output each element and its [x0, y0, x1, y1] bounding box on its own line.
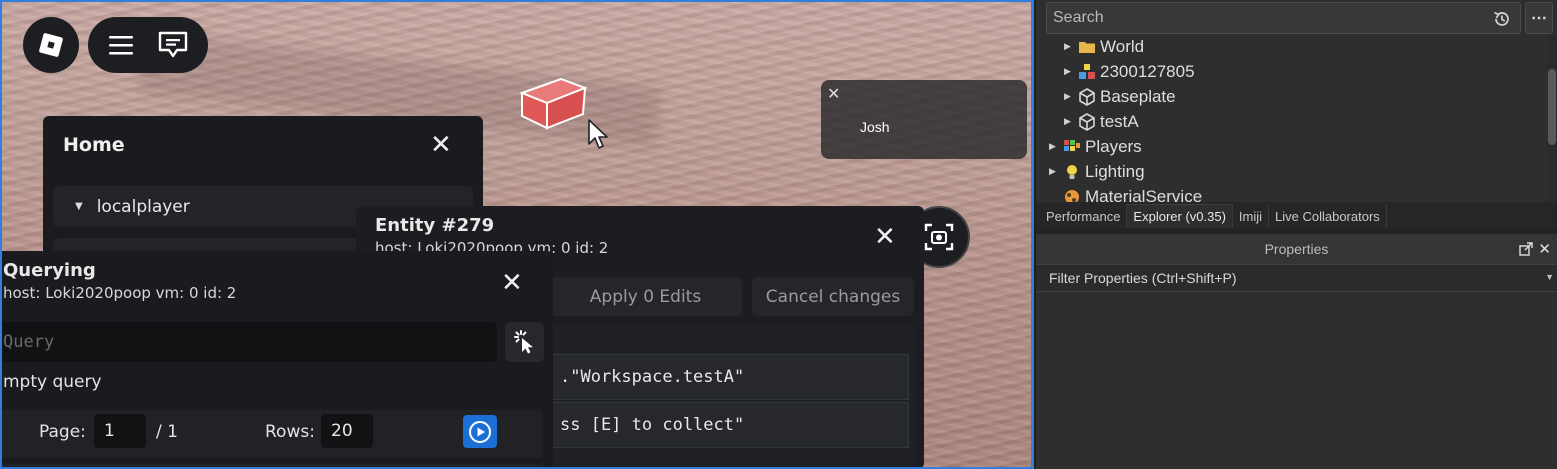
tree-item-label: 2300127805	[1100, 61, 1195, 81]
roblox-menu-button[interactable]	[23, 17, 79, 73]
tree-item-players[interactable]: ▶ Players	[1049, 134, 1142, 159]
part-icon	[1078, 87, 1100, 106]
tab-imiji[interactable]: Imiji	[1233, 204, 1270, 228]
caret-down-icon[interactable]: ▼	[1545, 272, 1554, 282]
camera-capture-icon	[924, 223, 954, 251]
search-placeholder: Search	[1053, 9, 1104, 26]
tree-item-lighting[interactable]: ▶ Lighting	[1049, 159, 1145, 184]
page-total: / 1	[156, 422, 178, 442]
model-icon	[1078, 63, 1100, 81]
field-value-row[interactable]: ss [E] to collect"	[549, 402, 909, 448]
tree-item-label: Players	[1085, 136, 1142, 156]
caret-down-icon: ▼	[75, 201, 83, 212]
tree-item-baseplate[interactable]: ▶ Baseplate	[1064, 84, 1176, 109]
tree-item-2300127805[interactable]: ▶ 2300127805	[1064, 59, 1195, 84]
game-viewport[interactable]: ✕ Josh Home ✕ ▼ localplayer Entity #279 …	[0, 0, 1034, 469]
players-icon	[1063, 138, 1085, 156]
run-query-button[interactable]	[463, 415, 497, 448]
tree-item-world[interactable]: ▶ World	[1064, 36, 1144, 59]
explorer-scrollbar[interactable]	[1547, 36, 1557, 202]
roblox-logo-icon	[39, 33, 63, 57]
panel-title: Querying	[3, 260, 96, 281]
properties-list	[1036, 292, 1557, 469]
panel-subtitle: host: Loki2020poop vm: 0 id: 2	[3, 284, 237, 302]
play-circle-icon	[469, 420, 491, 443]
close-icon[interactable]: ✕	[827, 84, 840, 103]
undock-icon[interactable]	[1519, 242, 1533, 256]
expand-arrow-icon[interactable]: ▶	[1064, 91, 1078, 102]
hamburger-menu-icon[interactable]	[108, 34, 134, 56]
close-icon[interactable]: ✕	[1538, 240, 1551, 258]
filter-properties-input[interactable]: Filter Properties (Ctrl+Shift+P) ▼	[1036, 264, 1557, 292]
tree-item-testa[interactable]: ▶ testA	[1064, 109, 1139, 134]
pagination-bar: Page: / 1 Rows:	[0, 410, 543, 458]
field-value-row[interactable]: ."Workspace.testA"	[549, 354, 909, 400]
expand-arrow-icon[interactable]: ▶	[1064, 116, 1078, 127]
tree-item-label: Lighting	[1085, 161, 1145, 181]
tree-item-label: World	[1100, 36, 1145, 56]
top-bar-pill	[88, 17, 208, 73]
history-icon[interactable]	[1492, 9, 1512, 29]
scrollbar-thumb[interactable]	[1548, 69, 1556, 145]
panel-title: Entity #279	[375, 215, 495, 236]
page-number-input[interactable]	[94, 414, 146, 448]
close-icon[interactable]: ✕	[501, 270, 523, 296]
close-icon[interactable]: ✕	[874, 224, 896, 250]
cancel-changes-button[interactable]: Cancel changes	[752, 277, 914, 316]
red-cube-part[interactable]	[519, 76, 589, 130]
more-options-button[interactable]: ⋯	[1525, 2, 1553, 34]
tree-item-materialservice[interactable]: MaterialService	[1049, 184, 1202, 202]
tree-item-label: MaterialService	[1085, 186, 1203, 203]
material-icon	[1063, 188, 1085, 202]
query-panel: Querying host: Loki2020poop vm: 0 id: 2 …	[0, 251, 553, 469]
expand-arrow-icon[interactable]: ▶	[1049, 166, 1063, 177]
filter-placeholder: Filter Properties (Ctrl+Shift+P)	[1049, 270, 1237, 286]
tree-item-label: testA	[1100, 111, 1139, 131]
properties-header: Properties ✕	[1036, 234, 1557, 264]
panel-tabs: Performance Explorer (v0.35) Imiji Live …	[1036, 202, 1557, 228]
rows-per-page-input[interactable]	[321, 414, 373, 448]
mouse-cursor-icon	[588, 119, 608, 149]
part-icon	[1078, 112, 1100, 131]
tab-explorer[interactable]: Explorer (v0.35)	[1127, 204, 1233, 228]
panel-title: Home	[63, 134, 125, 156]
tab-performance[interactable]: Performance	[1040, 204, 1128, 228]
page-label: Page:	[39, 422, 86, 442]
chat-icon[interactable]	[157, 30, 189, 60]
apply-edits-button[interactable]: Apply 0 Edits	[549, 277, 742, 316]
query-input[interactable]	[0, 322, 497, 362]
folder-icon	[1078, 40, 1100, 54]
results-area	[0, 464, 543, 469]
lightbulb-icon	[1063, 163, 1085, 181]
player-name: Josh	[860, 119, 890, 135]
studio-side-panel: Search ⋯ ▶ World ▶ 2300127805 ▶ Baseplat…	[1036, 0, 1557, 469]
explorer-tree: ▶ World ▶ 2300127805 ▶ Baseplate ▶ testA…	[1036, 36, 1547, 202]
properties-title: Properties	[1264, 241, 1329, 257]
tree-row-label: localplayer	[96, 196, 190, 217]
close-icon[interactable]: ✕	[430, 132, 452, 158]
pick-entity-button[interactable]	[505, 322, 544, 362]
explorer-search-input[interactable]: Search	[1046, 2, 1521, 34]
tab-live-collaborators[interactable]: Live Collaborators	[1269, 204, 1387, 228]
expand-arrow-icon[interactable]: ▶	[1049, 141, 1063, 152]
cursor-click-icon	[513, 330, 533, 354]
rows-label: Rows:	[265, 422, 315, 442]
expand-arrow-icon[interactable]: ▶	[1064, 41, 1078, 52]
player-card: ✕ Josh	[821, 80, 1027, 159]
tree-item-label: Baseplate	[1100, 86, 1176, 106]
expand-arrow-icon[interactable]: ▶	[1064, 66, 1078, 77]
query-status-text: mpty query	[3, 372, 102, 392]
